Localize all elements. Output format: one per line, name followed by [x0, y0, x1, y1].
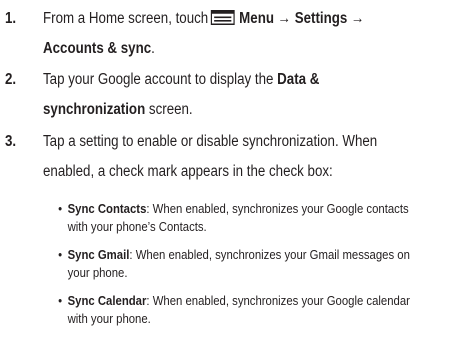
bullet-symbol: •: [58, 293, 63, 308]
bullet-symbol: •: [58, 247, 63, 262]
option-description: : When enabled, synchronizes your Google…: [146, 293, 410, 308]
screen-name: synchronization: [43, 101, 146, 118]
list-item: • Sync Calendar: When enabled, synchroni…: [58, 292, 472, 328]
step-line: enabled, a check mark appears in the che…: [43, 163, 333, 180]
step-text: Tap a setting to enable or disable synch…: [43, 127, 447, 187]
list-item: • Sync Contacts: When enabled, synchroni…: [58, 200, 472, 236]
step-text-segment: .: [151, 40, 155, 57]
option-description: with your phone’s Contacts.: [67, 219, 207, 234]
sync-options-list: • Sync Contacts: When enabled, synchroni…: [58, 200, 472, 338]
step-text-segment: Tap your Google account to display the: [43, 71, 274, 88]
bullet-symbol: •: [58, 201, 63, 216]
step-line: Tap your Google account to display the D…: [43, 65, 447, 95]
menu-path: Accounts & sync: [43, 40, 152, 57]
step-line: Tap a setting to enable or disable synch…: [43, 133, 378, 150]
option-description: : When enabled, synchronizes your Gmail …: [129, 247, 410, 262]
step-text-segment: screen.: [145, 101, 193, 118]
step-text: Tap your Google account to display the D…: [43, 65, 447, 125]
step-number: 1.: [5, 10, 17, 27]
step-text-segment: From a Home screen, touch: [43, 10, 209, 27]
option-description: your phone.: [67, 265, 128, 280]
menu-path: Menu → Settings →: [239, 10, 365, 27]
option-label: Sync Contacts: [67, 201, 147, 216]
step-line: synchronization screen.: [43, 95, 447, 125]
step-number: 2.: [5, 71, 17, 88]
step-line: Accounts & sync.: [43, 34, 447, 64]
option-label: Sync Calendar: [67, 293, 147, 308]
step-text: From a Home screen, touch Menu → Setting…: [43, 4, 447, 64]
instructions-page: 1. From a Home screen, touch Menu → Sett…: [0, 0, 474, 347]
option-description: with your phone.: [67, 311, 151, 326]
screen-name: Data &: [277, 71, 320, 88]
option-label: Sync Gmail: [67, 247, 130, 262]
step-number: 3.: [5, 133, 17, 150]
option-description: : When enabled, synchronizes your Google…: [146, 201, 409, 216]
step-line: From a Home screen, touch Menu → Setting…: [43, 4, 447, 34]
menu-icon: [210, 10, 235, 25]
list-item: • Sync Gmail: When enabled, synchronizes…: [58, 246, 472, 282]
